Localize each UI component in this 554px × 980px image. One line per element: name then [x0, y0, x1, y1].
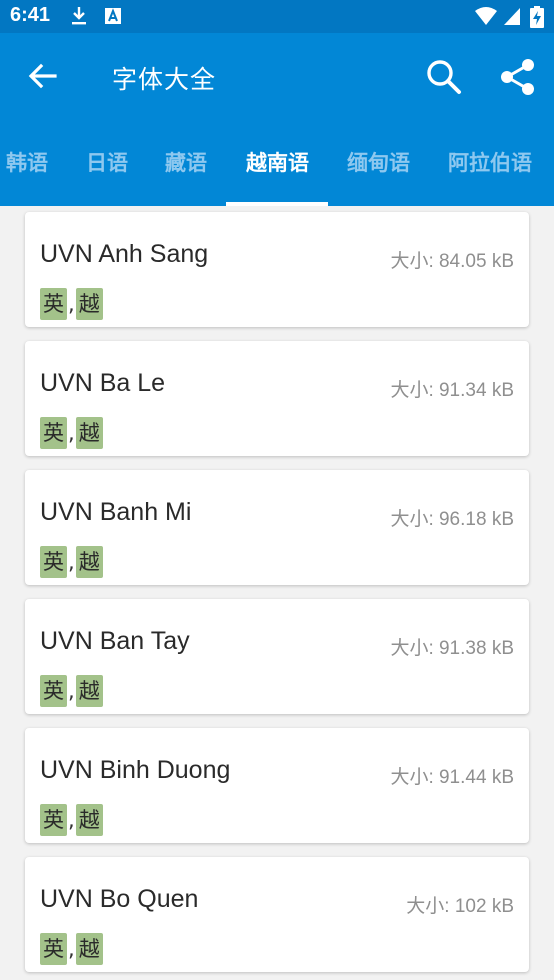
page-title: 字体大全: [112, 65, 217, 94]
tab-arabic[interactable]: 阿拉伯语: [448, 147, 532, 177]
font-name: UVN Binh Duong: [40, 756, 231, 784]
tab-tibetan[interactable]: 藏语: [165, 147, 207, 177]
font-size-label: 大小: 84.05 kB: [390, 251, 514, 272]
tab-vietnamese[interactable]: 越南语: [246, 147, 309, 177]
tag-english: 英: [40, 417, 67, 449]
status-time: 6:41: [10, 4, 51, 26]
tag-english: 英: [40, 933, 67, 965]
font-size-label: 大小: 96.18 kB: [390, 509, 514, 530]
download-icon: [70, 6, 88, 30]
tag-separator: ,: [68, 550, 75, 574]
font-size-label: 大小: 102 kB: [406, 896, 514, 917]
tag-vietnamese: 越: [75, 933, 103, 965]
status-bar: 6:41: [0, 0, 554, 33]
font-card[interactable]: UVN Banh Mi 大小: 96.18 kB 英,越: [25, 470, 529, 585]
tag-separator: ,: [68, 808, 75, 832]
tag-vietnamese: 越: [75, 675, 103, 707]
tag-separator: ,: [68, 679, 75, 703]
language-tabs: 韩语 日语 藏语 越南语 缅甸语 阿拉伯语: [0, 121, 554, 206]
font-card[interactable]: UVN Anh Sang 大小: 84.05 kB 英,越: [25, 212, 529, 327]
font-name: UVN Banh Mi: [40, 498, 192, 526]
language-tags: 英,越: [40, 675, 103, 707]
tag-separator: ,: [68, 292, 75, 316]
language-tags: 英,越: [40, 546, 103, 578]
tag-separator: ,: [68, 421, 75, 445]
back-arrow-icon[interactable]: [26, 59, 60, 93]
language-tags: 英,越: [40, 417, 103, 449]
tag-separator: ,: [68, 937, 75, 961]
signal-icon: [503, 6, 521, 30]
tab-burmese[interactable]: 缅甸语: [347, 147, 410, 177]
language-tags: 英,越: [40, 933, 103, 965]
tag-english: 英: [40, 288, 67, 320]
font-name: UVN Ban Tay: [40, 627, 190, 655]
app-bar: 字体大全: [0, 33, 554, 121]
font-card[interactable]: UVN Binh Duong 大小: 91.44 kB 英,越: [25, 728, 529, 843]
font-card[interactable]: UVN Bo Quen 大小: 102 kB 英,越: [25, 857, 529, 972]
font-card[interactable]: UVN Ban Tay 大小: 91.38 kB 英,越: [25, 599, 529, 714]
tag-vietnamese: 越: [75, 546, 103, 578]
tag-vietnamese: 越: [75, 417, 103, 449]
font-card[interactable]: UVN Ba Le 大小: 91.34 kB 英,越: [25, 341, 529, 456]
font-size-label: 大小: 91.38 kB: [390, 638, 514, 659]
share-icon[interactable]: [498, 57, 538, 97]
tag-vietnamese: 越: [75, 804, 103, 836]
search-icon[interactable]: [424, 57, 464, 97]
language-tags: 英,越: [40, 804, 103, 836]
tab-indicator: [226, 202, 328, 206]
tag-vietnamese: 越: [75, 288, 103, 320]
font-size-label: 大小: 91.34 kB: [390, 380, 514, 401]
tag-english: 英: [40, 675, 67, 707]
font-name: UVN Bo Quen: [40, 885, 199, 913]
language-tags: 英,越: [40, 288, 103, 320]
tab-japanese[interactable]: 日语: [86, 147, 128, 177]
tab-korean[interactable]: 韩语: [6, 147, 48, 177]
font-name: UVN Ba Le: [40, 369, 166, 397]
font-size-label: 大小: 91.44 kB: [390, 767, 514, 788]
app-notification-icon: [104, 6, 122, 30]
font-name: UVN Anh Sang: [40, 240, 209, 268]
battery-charging-icon: [530, 6, 544, 32]
tag-english: 英: [40, 546, 67, 578]
wifi-icon: [474, 6, 498, 30]
tag-english: 英: [40, 804, 67, 836]
